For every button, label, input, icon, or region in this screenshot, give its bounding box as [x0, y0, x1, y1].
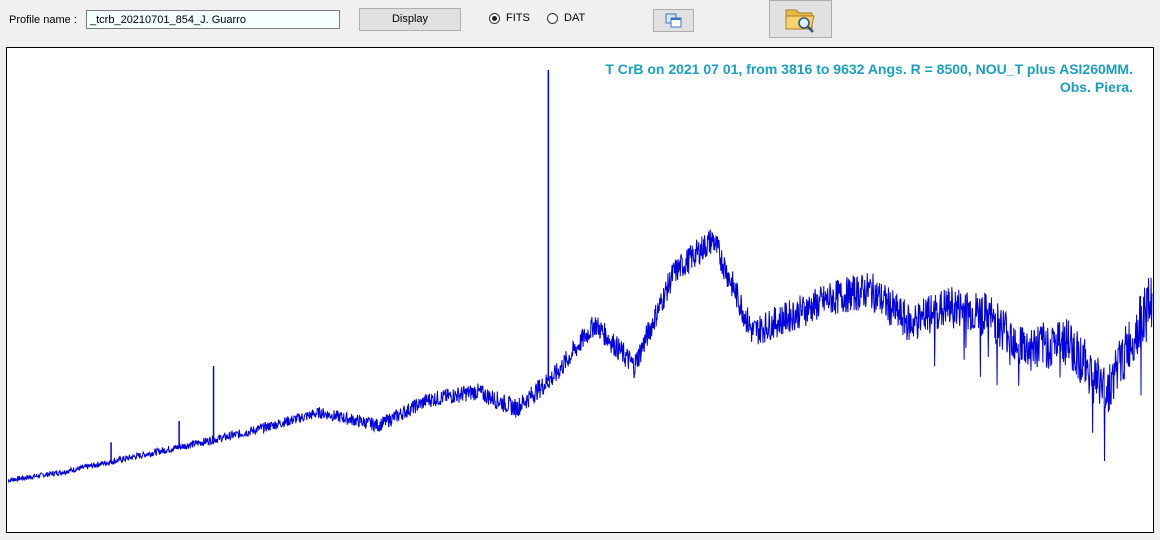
- dat-radio-dot[interactable]: [547, 12, 558, 24]
- display-button[interactable]: Display: [359, 8, 461, 31]
- caption-line-1: T CrB on 2021 07 01, from 3816 to 9632 A…: [605, 61, 1133, 77]
- dat-radio[interactable]: DAT: [547, 12, 585, 24]
- copy-windows-icon: [665, 13, 682, 28]
- fits-radio[interactable]: FITS: [489, 12, 530, 24]
- profile-name-input[interactable]: [86, 10, 340, 29]
- caption-line-2: Obs. Piera.: [1059, 79, 1133, 95]
- spectrum-chart: [7, 70, 1153, 484]
- open-folder-button[interactable]: [769, 0, 832, 38]
- dat-radio-label: DAT: [564, 12, 586, 24]
- plot-caption: T CrB on 2021 07 01, from 3816 to 9632 A…: [605, 60, 1133, 96]
- spectrum-plot: T CrB on 2021 07 01, from 3816 to 9632 A…: [6, 47, 1154, 533]
- fits-radio-label: FITS: [506, 12, 530, 24]
- profile-name-label: Profile name :: [9, 14, 77, 26]
- fits-radio-dot[interactable]: [489, 12, 500, 24]
- toolbar: Profile name : Display FITS DAT: [0, 0, 1160, 44]
- copy-button[interactable]: [653, 9, 694, 32]
- folder-search-icon: [785, 9, 815, 33]
